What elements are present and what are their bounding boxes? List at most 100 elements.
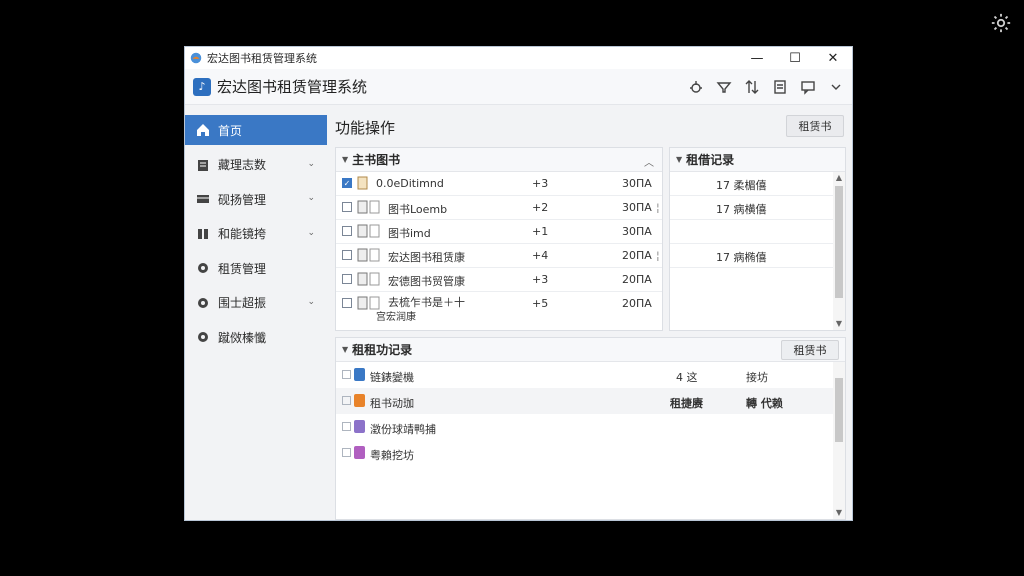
- book-file-icon: [357, 224, 380, 238]
- record-row[interactable]: 17 柔楣僖: [670, 172, 845, 196]
- book-qty: +5: [532, 297, 549, 310]
- record-row[interactable]: [670, 220, 845, 244]
- list-item[interactable]: 澂份球靖鸭捕: [336, 414, 845, 440]
- maximize-button[interactable]: ☐: [776, 47, 814, 69]
- row-checkbox[interactable]: [342, 226, 352, 236]
- sidebar-item-label: 藏理志数: [218, 158, 267, 172]
- card-icon: [197, 195, 209, 203]
- list-col3: 轉 代赖: [746, 397, 783, 410]
- activity-panel-header[interactable]: ▼ 租租功记录 租赁书: [336, 338, 845, 362]
- table-row[interactable]: 图书imd +1 30ΠA: [336, 220, 662, 244]
- activity-panel-title: 租租功记录: [352, 343, 413, 357]
- book-price: 30ΠA: [622, 177, 652, 190]
- sidebar-item-7[interactable]: 蹴傚榛懺: [185, 322, 327, 352]
- app-globe-icon: [190, 52, 202, 64]
- list-item[interactable]: 粤賴挖坊: [336, 440, 845, 466]
- rent-book-small-button[interactable]: 租赁书: [781, 340, 839, 360]
- close-button[interactable]: ✕: [814, 47, 852, 69]
- sidebar-item-6[interactable]: 围士超振 ⌄: [185, 288, 327, 318]
- scroll-up-icon[interactable]: ▲: [833, 172, 845, 184]
- row-checkbox[interactable]: [342, 370, 351, 379]
- row-checkbox[interactable]: [342, 422, 351, 431]
- expand-triangle-icon: ▼: [676, 155, 683, 164]
- table-row[interactable]: 宏达图书租赁康 +4 20ΠA ¦: [336, 244, 662, 268]
- row-marker: ¦: [656, 201, 660, 214]
- sidebar-item-3[interactable]: 砚扬管理 ⌄: [185, 184, 327, 214]
- chevron-down-icon: ⌄: [307, 296, 315, 307]
- list-label: 澂份球靖鸭捕: [370, 423, 436, 436]
- list-col3: 接坊: [746, 371, 768, 384]
- minimize-button[interactable]: —: [738, 47, 776, 69]
- sort-icon[interactable]: [744, 79, 760, 95]
- clipboard-icon: [198, 159, 208, 171]
- file-icon: [354, 420, 365, 433]
- row-checkbox[interactable]: [342, 202, 352, 212]
- gear-icon: [198, 332, 208, 342]
- books-panel-header[interactable]: ▼ 主书图书 ︿: [336, 148, 662, 172]
- book-name: 图书imd: [388, 227, 431, 240]
- rent-book-button[interactable]: 租赁书: [786, 115, 844, 137]
- row-checkbox[interactable]: ✓: [342, 178, 352, 188]
- chevron-up-icon[interactable]: ︿: [644, 154, 654, 169]
- book-price: 30ΠA: [622, 201, 652, 214]
- records-panel-header[interactable]: ▼ 租借记录: [670, 148, 845, 172]
- list-label: 租书动珈: [370, 397, 414, 410]
- table-row[interactable]: 图书Loemb +2 30ΠA ¦: [336, 196, 662, 220]
- book-file-icon: [357, 272, 380, 286]
- list-label: 粤賴挖坊: [370, 449, 414, 462]
- sidebar-item-label: 砚扬管理: [218, 192, 267, 207]
- book-qty: +2: [532, 201, 549, 214]
- filter-icon[interactable]: [716, 79, 732, 95]
- table-row[interactable]: ✓ 0.0eDitimnd +3 30ΠA: [336, 172, 662, 196]
- record-text: 17 病横僖: [716, 203, 767, 216]
- chevron-down-icon: ⌄: [307, 227, 315, 238]
- activity-scrollbar[interactable]: ▼: [833, 362, 845, 519]
- settings-gear-icon[interactable]: [990, 12, 1012, 34]
- sidebar: 首页 藏理志数 ⌄ 砚扬管理 ⌄ 和能镜挎 ⌄ 租赁管理 围士超振 ⌄ 蹴傚榛懺: [185, 115, 327, 520]
- scroll-down-icon[interactable]: ▼: [833, 507, 845, 519]
- book-qty: +1: [532, 225, 549, 238]
- list-item[interactable]: 租书动珈 租捷赓 轉 代赖: [336, 388, 845, 414]
- app-logo-icon: ♪: [193, 77, 211, 96]
- activity-records-panel: ▼ 租租功记录 租赁书 链錶變機 4 这 接坊 租书动珈 租捷赓 轉 代赖 澂份…: [335, 337, 846, 520]
- sidebar-item-4[interactable]: 和能镜挎 ⌄: [185, 219, 327, 249]
- window-titlebar[interactable]: 宏达图书租赁管理系统 — ☐ ✕: [185, 47, 852, 69]
- table-row[interactable]: 宏德图书贸管康 +3 20ΠA: [336, 268, 662, 292]
- record-row[interactable]: 17 病横僖: [670, 196, 845, 220]
- list-col2: 4 这: [676, 371, 698, 384]
- sidebar-item-2[interactable]: 藏理志数 ⌄: [185, 150, 327, 180]
- record-text: 17 柔楣僖: [716, 179, 767, 192]
- row-marker: ¦: [656, 249, 660, 262]
- records-scrollbar[interactable]: ▲ ▼: [833, 172, 845, 330]
- book-name: 宏德图书贸管康: [388, 275, 465, 288]
- sidebar-item-home[interactable]: 首页: [185, 115, 327, 145]
- list-item[interactable]: 链錶變機 4 这 接坊: [336, 362, 845, 388]
- list-label: 链錶變機: [370, 371, 414, 384]
- file-icon: [354, 446, 365, 459]
- row-checkbox[interactable]: [342, 396, 351, 405]
- records-panel-title: 租借记录: [686, 153, 735, 167]
- sidebar-item-label: 和能镜挎: [218, 227, 267, 241]
- sidebar-item-rental[interactable]: 租赁管理: [185, 253, 327, 283]
- gear-icon: [198, 263, 208, 273]
- comment-icon[interactable]: [800, 79, 816, 95]
- record-row[interactable]: 17 病椭僖: [670, 244, 845, 268]
- chevron-down-icon[interactable]: [828, 79, 844, 95]
- sidebar-item-label: 围士超振: [218, 296, 267, 310]
- app-toolbar: ♪ 宏达图书租赁管理系统: [185, 69, 852, 105]
- scroll-thumb[interactable]: [835, 378, 843, 442]
- app-heading: 宏达图书租赁管理系统: [217, 78, 368, 96]
- scroll-thumb[interactable]: [835, 186, 843, 298]
- table-row[interactable]: 去梳乍书是＋十 宫宏润康 +5 20ΠA: [336, 292, 662, 324]
- row-checkbox[interactable]: [342, 274, 352, 284]
- document-icon[interactable]: [772, 79, 788, 95]
- home-icon: [197, 124, 209, 136]
- row-checkbox[interactable]: [342, 448, 351, 457]
- expand-triangle-icon: ▼: [342, 155, 349, 164]
- scroll-down-icon[interactable]: ▼: [833, 318, 845, 330]
- crosshair-icon[interactable]: [688, 79, 704, 95]
- book-file-icon: [357, 248, 380, 262]
- book-name: 0.0eDitimnd: [376, 177, 444, 190]
- row-checkbox[interactable]: [342, 250, 352, 260]
- row-checkbox[interactable]: [342, 298, 352, 308]
